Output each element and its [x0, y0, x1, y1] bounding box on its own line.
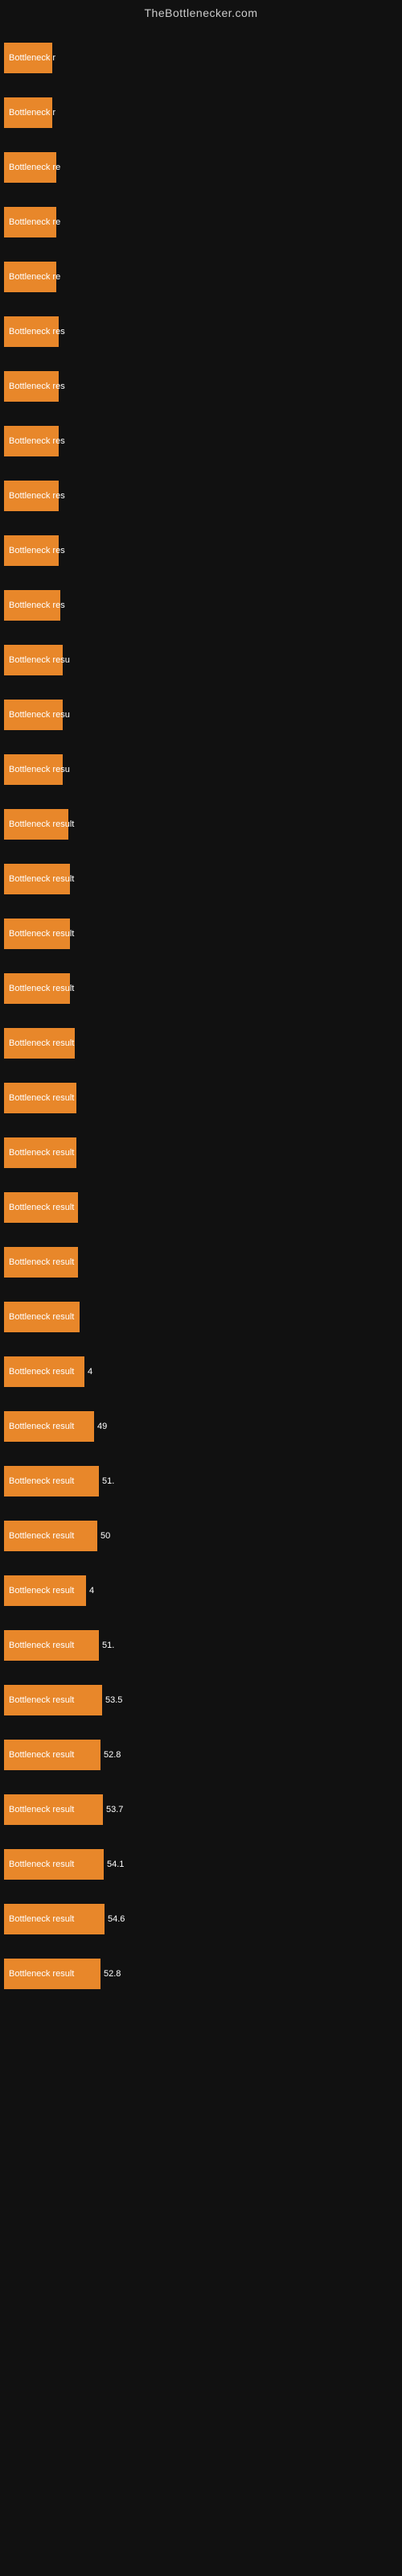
bar-label: Bottleneck result	[6, 927, 77, 940]
bar-row: Bottleneck resu	[4, 687, 394, 742]
bar-row: Bottleneck res	[4, 578, 394, 633]
bar-row: Bottleneck r	[4, 85, 394, 140]
bar-row: Bottleneck result	[4, 797, 394, 852]
bar-row: 50 Bottleneck result	[4, 1509, 394, 1563]
bar-label: Bottleneck result	[6, 982, 77, 995]
bar-label: Bottleneck result	[6, 1146, 77, 1159]
bar-row: Bottleneck result	[4, 961, 394, 1016]
bar-label: Bottleneck result	[6, 1530, 77, 1542]
bar-label: Bottleneck result	[6, 1037, 77, 1050]
bar-row: Bottleneck re	[4, 195, 394, 250]
bar-row: 4 Bottleneck result	[4, 1563, 394, 1618]
bar-row: Bottleneck result	[4, 1071, 394, 1125]
bar-label: Bottleneck resu	[6, 708, 73, 721]
bar-row: Bottleneck result	[4, 1235, 394, 1290]
bar-row: 51. Bottleneck result	[4, 1454, 394, 1509]
bar-row: Bottleneck result	[4, 906, 394, 961]
bar-value: 4	[88, 1367, 92, 1377]
bar-row: 52.8 Bottleneck result	[4, 1728, 394, 1782]
bar-label: Bottleneck re	[6, 270, 64, 283]
bar-value: 53.5	[105, 1695, 122, 1705]
bar-label: Bottleneck result	[6, 1256, 77, 1269]
bar-value: 54.6	[108, 1914, 125, 1924]
bar-row: Bottleneck res	[4, 523, 394, 578]
bar-row: Bottleneck res	[4, 359, 394, 414]
bar-label: Bottleneck res	[6, 599, 68, 612]
bar-label: Bottleneck re	[6, 216, 64, 229]
bar-row: 54.1 Bottleneck result	[4, 1837, 394, 1892]
bar-row: Bottleneck r	[4, 31, 394, 85]
bar-row: Bottleneck result	[4, 1125, 394, 1180]
bar-label: Bottleneck resu	[6, 763, 73, 776]
bar-value: 52.8	[104, 1750, 121, 1760]
chart-area: Bottleneck r Bottleneck r Bottleneck re Bot…	[0, 23, 402, 2009]
bar-label: Bottleneck result	[6, 1694, 77, 1707]
bar-label: Bottleneck res	[6, 489, 68, 502]
bar-row: Bottleneck resu	[4, 633, 394, 687]
bar-row: Bottleneck re	[4, 140, 394, 195]
bar-row: Bottleneck result	[4, 852, 394, 906]
bar-row: Bottleneck res	[4, 414, 394, 469]
bar-label: Bottleneck resu	[6, 654, 73, 667]
bar-row: 53.7 Bottleneck result	[4, 1782, 394, 1837]
bar-value: 51.	[102, 1476, 114, 1486]
bar-row: Bottleneck re	[4, 250, 394, 304]
bar-label: Bottleneck result	[6, 1639, 77, 1652]
bar-row: 52.8 Bottleneck result	[4, 1946, 394, 2001]
bar-row: 53.5 Bottleneck result	[4, 1673, 394, 1728]
bar-label: Bottleneck result	[6, 1748, 77, 1761]
bar-value: 51.	[102, 1641, 114, 1650]
bar-label: Bottleneck result	[6, 1475, 77, 1488]
bar-row: 49 Bottleneck result	[4, 1399, 394, 1454]
bar-row: 51. Bottleneck result	[4, 1618, 394, 1673]
bar-label: Bottleneck result	[6, 1803, 77, 1816]
bar-label: Bottleneck result	[6, 1420, 77, 1433]
bar-row: Bottleneck res	[4, 469, 394, 523]
site-title: TheBottlenecker.com	[0, 0, 402, 23]
bar-label: Bottleneck res	[6, 325, 68, 338]
bar-row: Bottleneck result	[4, 1290, 394, 1344]
bar-label: Bottleneck res	[6, 544, 68, 557]
bar-label: Bottleneck result	[6, 1201, 77, 1214]
bar-label: Bottleneck result	[6, 1092, 77, 1104]
bar-value: 53.7	[106, 1805, 123, 1814]
bar-label: Bottleneck result	[6, 1584, 77, 1597]
bar-row: Bottleneck resu	[4, 742, 394, 797]
bar-label: Bottleneck result	[6, 1858, 77, 1871]
bar-label: Bottleneck r	[6, 52, 59, 64]
bar-row: Bottleneck result	[4, 1016, 394, 1071]
bar-value: 49	[97, 1422, 107, 1431]
bar-label: Bottleneck result	[6, 1913, 77, 1926]
bar-label: Bottleneck result	[6, 1967, 77, 1980]
bar-label: Bottleneck res	[6, 380, 68, 393]
bar-label: Bottleneck re	[6, 161, 64, 174]
bar-value: 4	[89, 1586, 94, 1596]
bar-value: 54.1	[107, 1860, 124, 1869]
bar-value: 50	[100, 1531, 110, 1541]
bar-label: Bottleneck result	[6, 1311, 77, 1323]
bar-label: Bottleneck result	[6, 1365, 77, 1378]
bar-row: 4 Bottleneck result	[4, 1344, 394, 1399]
bar-label: Bottleneck res	[6, 435, 68, 448]
bar-row: Bottleneck res	[4, 304, 394, 359]
bar-label: Bottleneck result	[6, 873, 77, 886]
bar-label: Bottleneck result	[6, 818, 77, 831]
bar-row: 54.6 Bottleneck result	[4, 1892, 394, 1946]
bar-value: 52.8	[104, 1969, 121, 1979]
bar-row: Bottleneck result	[4, 1180, 394, 1235]
bar-label: Bottleneck r	[6, 106, 59, 119]
